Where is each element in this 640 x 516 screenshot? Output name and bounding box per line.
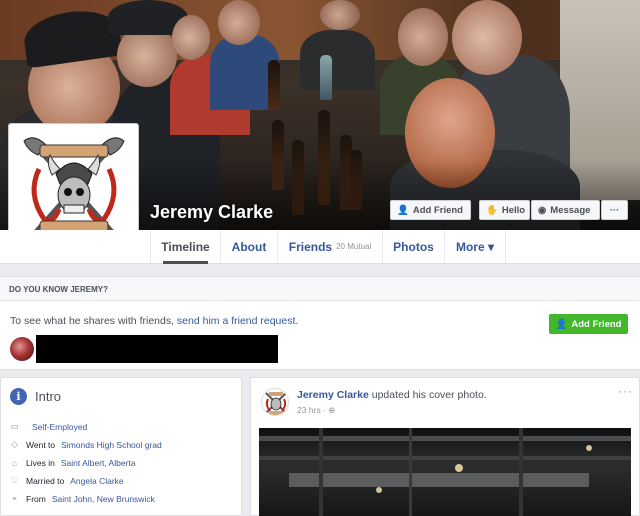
more-options-button[interactable]: ··· [601, 200, 628, 220]
add-friend-button[interactable]: 👤 Add Friend [390, 200, 471, 220]
intro-link-city[interactable]: Saint Albert, Alberta [61, 458, 136, 468]
intro-row-lives: ⌂ Lives in Saint Albert, Alberta [9, 457, 136, 468]
friend-prompt-text: To see what he shares with friends, send… [10, 315, 298, 327]
tab-photos[interactable]: Photos [382, 230, 444, 263]
tab-about[interactable]: About [220, 230, 277, 263]
intro-title: i Intro [10, 388, 61, 405]
location-pin-icon: ⌖ [12, 493, 17, 503]
mutual-friend-avatar[interactable] [10, 337, 34, 361]
prompt-text: To see what he shares with friends, [10, 315, 177, 327]
post-time-label[interactable]: 23 hrs · [297, 405, 328, 415]
do-you-know-header: DO YOU KNOW JEREMY? [0, 277, 640, 301]
bottle [320, 55, 332, 100]
person-body [300, 30, 375, 90]
profile-name[interactable]: Jeremy Clarke [150, 202, 273, 223]
person-face [452, 0, 522, 75]
tab-label: Friends [288, 239, 333, 254]
post-timestamp: 23 hrs · ⊕ [297, 405, 335, 416]
tab-more[interactable]: More ▾ [444, 230, 506, 263]
messenger-icon: ◉ [538, 204, 547, 216]
intro-title-label: Intro [35, 389, 62, 404]
hello-button[interactable]: ✋ Hello [479, 200, 530, 220]
person-face [172, 15, 210, 60]
tab-label: More ▾ [455, 239, 495, 254]
add-person-icon: 👤 [397, 204, 409, 216]
bottle [268, 60, 280, 110]
graduation-cap-icon: ◇ [11, 439, 18, 449]
intro-pre: Married to [26, 475, 65, 486]
post-action-text: updated his cover photo. [368, 389, 487, 401]
tab-timeline[interactable]: Timeline [150, 230, 220, 264]
redacted-mutual-names [36, 335, 278, 363]
fortress-guard-logo-icon [265, 392, 287, 415]
ceiling-pipes-image [259, 428, 631, 516]
tab-label: Timeline [161, 239, 210, 254]
prompt-period: . [295, 315, 299, 327]
wave-icon: ✋ [486, 204, 498, 216]
intro-row-work: ▭ Self-Employed [9, 421, 87, 432]
intro-pre: Went to [26, 439, 56, 450]
add-friend-green-button[interactable]: 👤 Add Friend [549, 314, 628, 334]
intro-pre: Lives in [26, 457, 55, 468]
person-face [218, 0, 260, 45]
intro-row-married: ♡ Married to Angela Clarke [9, 475, 124, 486]
tab-label: About [231, 239, 267, 254]
person-face [398, 8, 448, 66]
person-face [320, 0, 360, 30]
globe-icon: i [10, 388, 27, 405]
tab-label: Photos [393, 239, 434, 254]
post-options-icon[interactable]: ··· [618, 384, 633, 398]
home-icon: ⌂ [11, 457, 18, 468]
add-friend-label: Add Friend [412, 204, 463, 216]
globe-privacy-icon: ⊕ [328, 405, 336, 415]
message-button[interactable]: ◉ Message [531, 200, 600, 220]
post-cover-photo[interactable] [259, 428, 631, 516]
mutual-friends-count: 20 Mutual [336, 242, 372, 251]
briefcase-icon: ▭ [10, 421, 19, 431]
profile-tabs: Timeline About Friends 20 Mutual Photos M… [0, 230, 640, 264]
hello-label: Hello [501, 204, 526, 216]
intro-card: i Intro ▭ Self-Employed ◇ Went to Simonds H… [0, 377, 242, 516]
intro-link-hometown[interactable]: Saint John, New Brunswick [52, 494, 155, 504]
cover-update-post: Jeremy Clarke updated his cover photo. 2… [250, 377, 640, 516]
post-header-text: Jeremy Clarke updated his cover photo. [297, 389, 487, 401]
add-friend-green-label: Add Friend [571, 318, 622, 330]
intro-row-from: ⌖ From Saint John, New Brunswick [9, 493, 155, 504]
post-author-avatar[interactable] [261, 388, 289, 416]
heart-icon: ♡ [10, 475, 19, 485]
post-author-link[interactable]: Jeremy Clarke [297, 389, 369, 401]
more-dots-icon: ··· [609, 204, 620, 216]
intro-pre: From [26, 493, 46, 504]
tab-friends[interactable]: Friends 20 Mutual [277, 230, 382, 263]
do-you-know-panel: DO YOU KNOW JEREMY? To see what he share… [0, 276, 640, 370]
intro-row-education: ◇ Went to Simonds High School grad [9, 439, 162, 450]
intro-link-school[interactable]: Simonds High School grad [61, 440, 162, 450]
intro-link-work[interactable]: Self-Employed [32, 422, 87, 432]
intro-link-spouse[interactable]: Angela Clarke [70, 476, 123, 486]
send-friend-request-link[interactable]: send him a friend request [177, 315, 295, 327]
add-person-icon: 👤 [555, 318, 568, 330]
message-label: Message [550, 204, 591, 216]
